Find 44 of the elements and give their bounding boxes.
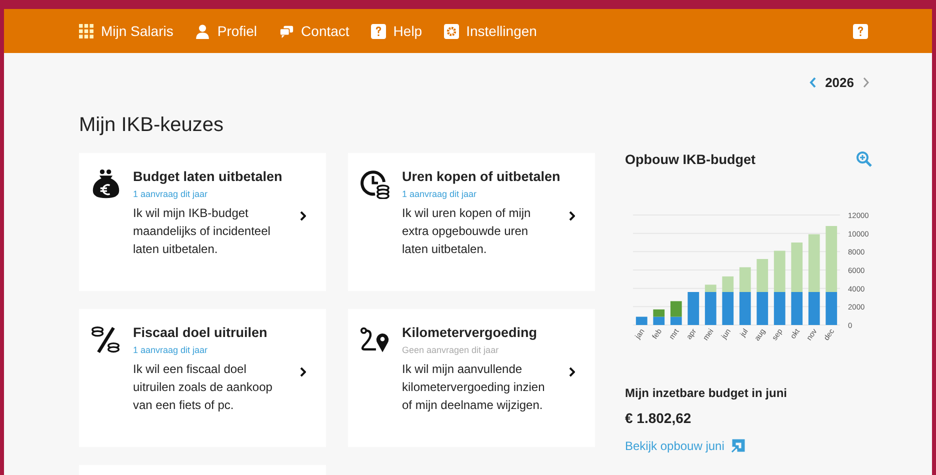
grid-icon [79, 24, 94, 38]
settings-icon [444, 24, 460, 38]
choice-card[interactable]: Kilometervergoeding Geen aanvragen dit jaar Ik wil mijn aanvullende kilometervergoeding inzien of mijn deelname wijzigen. [348, 309, 595, 447]
help-icon[interactable] [853, 24, 868, 38]
percent-coins-icon [91, 325, 121, 355]
nav-item[interactable]: Mijn Salaris [79, 23, 174, 39]
chevron-right-icon [569, 367, 575, 377]
request-count: 1 aanvraag dit jaar [402, 189, 478, 199]
request-count: 1 aanvraag dit jaar [133, 345, 209, 355]
card-description: Ik wil mijn IKB-budget maandelijks of incidenteel laten uitbetalen. [133, 205, 272, 258]
choice-card[interactable]: Fiscaal doel uitruilen 1 aanvraag dit jaar Ik wil een fiscaal doel uitruilen zoals de aankoop van een fiets of pc. [79, 309, 326, 447]
view-link[interactable]: Bekijk opbouw juni [625, 438, 746, 454]
card-description: Ik wil een fiscaal doel uitruilen zoals de aankoop van een fiets of pc. [133, 361, 274, 414]
person-icon [195, 24, 210, 38]
card-title: Budget laten uitbetalen [133, 169, 284, 184]
chevron-right-icon[interactable] [862, 77, 870, 88]
expand-icon [730, 438, 746, 454]
money-purse-icon [91, 169, 121, 199]
clock-coins-icon [360, 169, 390, 199]
page-heading: Mijn IKB-keuzes [79, 114, 224, 137]
card-description: Ik wil mijn aanvullende kilometervergoeding inzien of mijn deelname wijzigen. [402, 361, 546, 414]
panel-title: Opbouw IKB-budget [625, 152, 756, 166]
request-count: Geen aanvragen dit jaar [402, 345, 500, 355]
help-icon [371, 24, 386, 38]
nav-item[interactable]: Profiel [195, 23, 258, 39]
request-count: 1 aanvraag dit jaar [133, 189, 209, 199]
chat-icon [279, 24, 294, 38]
year-label: 2026 [825, 75, 854, 90]
budget-label: Mijn inzetbare budget in juni [625, 386, 788, 400]
nav-item[interactable]: Instellingen [444, 23, 537, 39]
zoom-icon[interactable] [856, 151, 872, 167]
card-title: Kilometervergoeding [402, 325, 538, 340]
budget-amount: € 1.802,62 [625, 410, 692, 426]
card-title: Uren kopen of uitbetalen [402, 169, 562, 184]
chevron-right-icon [569, 211, 575, 221]
nav-item[interactable]: Contact [279, 23, 350, 39]
card-description: Ik wil uren kopen of mijn extra opgebouwde uren laten uitbetalen. [402, 205, 532, 258]
choice-card[interactable]: Budget laten uitbetalen 1 aanvraag dit jaar Ik wil mijn IKB-budget maandelijks of incidenteel laten uitbetalen. [79, 153, 326, 291]
chevron-right-icon [300, 211, 306, 221]
chevron-left-icon[interactable] [809, 77, 818, 88]
chevron-right-icon [300, 367, 306, 377]
nav-item[interactable]: Help [371, 23, 422, 39]
card-title: Fiscaal doel uitruilen [133, 325, 268, 340]
choice-card[interactable]: Uren kopen of uitbetalen 1 aanvraag dit jaar Ik wil uren kopen of mijn extra opgebouwde uren laten uitbetalen. [348, 153, 595, 291]
